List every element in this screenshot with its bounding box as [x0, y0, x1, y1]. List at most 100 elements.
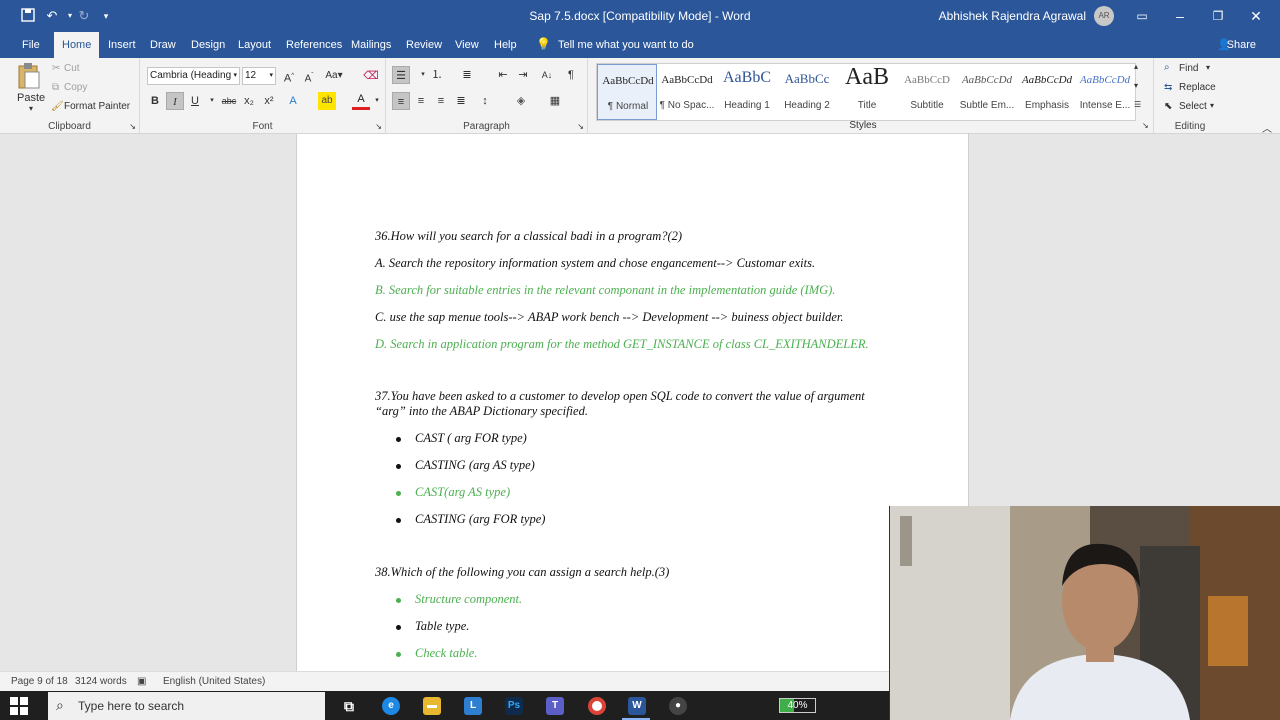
chevron-down-icon[interactable]: ▾ — [233, 68, 237, 84]
photoshop-icon[interactable]: Ps — [505, 697, 523, 715]
bold-button[interactable]: B — [146, 92, 164, 110]
replace-button[interactable]: Replace — [1179, 82, 1216, 93]
battery-indicator[interactable]: 40% — [779, 698, 816, 713]
q38-option-3[interactable]: Check table. — [415, 646, 477, 661]
obs-icon[interactable]: ● — [669, 697, 687, 715]
share-button[interactable]: Share — [1227, 32, 1256, 58]
borders-icon[interactable]: ▦ — [546, 92, 564, 110]
restore-icon[interactable]: ❐ — [1199, 0, 1237, 32]
sort-icon[interactable]: A↓ — [538, 66, 556, 84]
font-name-combo[interactable]: Cambria (Heading ▾ — [147, 67, 240, 85]
q38-option-2[interactable]: Table type. — [415, 619, 469, 634]
highlight-icon[interactable]: ab — [318, 92, 336, 110]
find-dropdown-icon[interactable]: ▾ — [1206, 63, 1210, 72]
style-title[interactable]: AaB Title — [837, 64, 897, 120]
style-no-spacing[interactable]: AaBbCcDd ¶ No Spac... — [657, 64, 717, 120]
collapse-ribbon-icon[interactable]: ︿ — [1262, 120, 1272, 135]
paste-icon[interactable] — [17, 62, 41, 90]
copy-button[interactable]: Copy — [64, 82, 87, 93]
q38-option-1[interactable]: Structure component. — [415, 592, 522, 607]
proofing-icon[interactable]: ▣ — [137, 676, 146, 687]
style-subtle-emphasis[interactable]: AaBbCcDd Subtle Em... — [957, 64, 1017, 120]
q36-option-b[interactable]: B. Search for suitable entries in the re… — [375, 283, 835, 298]
gallery-more-icon[interactable]: ☰ — [1134, 100, 1141, 109]
copy-icon[interactable]: ⧉ — [52, 82, 59, 93]
page-count[interactable]: Page 9 of 18 — [11, 676, 68, 687]
taskbar-search[interactable]: ⌕ Type here to search — [48, 692, 325, 720]
style-normal[interactable]: AaBbCcDd ¶ Normal — [597, 64, 657, 120]
question-37[interactable]: 37.You have been asked to a customer to … — [375, 389, 875, 419]
tab-design[interactable]: Design — [185, 32, 231, 58]
word-count[interactable]: 3124 words — [75, 676, 127, 687]
font-color-dropdown-icon[interactable]: ▾ — [368, 92, 386, 110]
find-button[interactable]: Find — [1179, 63, 1198, 74]
clear-formatting-icon[interactable]: ⌫ — [362, 67, 380, 85]
document-page[interactable]: 36.How will you search for a classical b… — [296, 134, 969, 674]
shading-icon[interactable]: ◈ — [512, 92, 530, 110]
clipboard-launcher-icon[interactable]: ↘ — [129, 122, 136, 131]
text-effects-icon[interactable]: A — [284, 92, 302, 110]
tell-me-search[interactable]: Tell me what you want to do — [558, 32, 694, 58]
style-emphasis[interactable]: AaBbCcDd Emphasis — [1017, 64, 1077, 120]
italic-button[interactable]: I — [166, 92, 184, 110]
justify-icon[interactable]: ≣ — [452, 92, 470, 110]
select-dropdown-icon[interactable]: ▾ — [1210, 101, 1214, 110]
align-left-icon[interactable]: ≡ — [392, 92, 410, 110]
paste-button[interactable]: Paste — [17, 92, 45, 104]
file-explorer-icon[interactable]: ▬ — [423, 697, 441, 715]
tab-home[interactable]: Home — [54, 32, 100, 58]
font-size-combo[interactable]: 12 ▾ — [242, 67, 276, 85]
tab-help[interactable]: Help — [488, 32, 523, 58]
q37-option-2[interactable]: CASTING (arg AS type) — [415, 458, 535, 473]
grow-font-icon[interactable]: A^ — [280, 67, 298, 85]
q36-option-c[interactable]: C. use the sap menue tools--> ABAP work … — [375, 310, 844, 325]
chevron-down-icon[interactable]: ▾ — [269, 68, 273, 84]
format-painter-button[interactable]: Format Painter — [64, 101, 130, 112]
numbering-icon[interactable]: ⒈ — [428, 66, 446, 84]
edge-icon[interactable]: e — [382, 697, 400, 715]
select-icon[interactable]: ⬉ — [1164, 101, 1172, 112]
teams-icon[interactable]: T — [546, 697, 564, 715]
cut-icon[interactable]: ✂ — [52, 63, 60, 74]
question-38[interactable]: 38.Which of the following you can assign… — [375, 565, 669, 580]
q37-option-1[interactable]: CAST ( arg FOR type) — [415, 431, 527, 446]
paste-dropdown-icon[interactable]: ▾ — [29, 104, 33, 113]
q36-option-d[interactable]: D. Search in application program for the… — [375, 337, 869, 352]
l-app-icon[interactable]: L — [464, 697, 482, 715]
replace-icon[interactable]: ⇆ — [1164, 82, 1172, 93]
styles-launcher-icon[interactable]: ↘ — [1142, 121, 1149, 130]
windows-start-icon[interactable] — [10, 697, 30, 715]
close-icon[interactable]: ✕ — [1237, 0, 1275, 32]
cut-button[interactable]: Cut — [64, 63, 80, 74]
tab-review[interactable]: Review — [400, 32, 448, 58]
word-icon[interactable]: W — [628, 697, 646, 715]
q37-option-3[interactable]: CAST(arg AS type) — [415, 485, 510, 500]
gallery-scroll-down-icon[interactable]: ▾ — [1134, 81, 1138, 90]
avatar[interactable]: AR — [1094, 6, 1114, 26]
minimize-icon[interactable]: – — [1161, 0, 1199, 32]
paragraph-launcher-icon[interactable]: ↘ — [577, 122, 584, 131]
gallery-scroll-up-icon[interactable]: ▴ — [1134, 62, 1138, 71]
question-36[interactable]: 36.How will you search for a classical b… — [375, 229, 682, 244]
format-painter-icon[interactable]: 🖌 — [51, 101, 64, 112]
tab-mailings[interactable]: Mailings — [345, 32, 397, 58]
show-formatting-icon[interactable]: ¶ — [562, 66, 580, 84]
multilevel-list-icon[interactable]: ≣ — [458, 66, 476, 84]
tab-layout[interactable]: Layout — [232, 32, 277, 58]
tab-view[interactable]: View — [449, 32, 485, 58]
q37-option-4[interactable]: CASTING (arg FOR type) — [415, 512, 545, 527]
language[interactable]: English (United States) — [163, 676, 265, 687]
find-icon[interactable]: ⌕ — [1164, 62, 1170, 73]
align-right-icon[interactable]: ≡ — [432, 92, 450, 110]
q36-option-a[interactable]: A. Search the repository information sys… — [375, 256, 815, 271]
bullets-icon[interactable]: ☰ — [392, 66, 410, 84]
shrink-font-icon[interactable]: Aˇ — [300, 67, 318, 85]
font-launcher-icon[interactable]: ↘ — [375, 122, 382, 131]
style-heading-1[interactable]: AaBbC Heading 1 — [717, 64, 777, 120]
style-subtitle[interactable]: AaBbCcD Subtitle — [897, 64, 957, 120]
style-intense-emphasis[interactable]: AaBbCcDd Intense E... — [1077, 64, 1133, 120]
tab-insert[interactable]: Insert — [102, 32, 142, 58]
underline-dropdown-icon[interactable]: ▾ — [203, 92, 221, 110]
ribbon-display-options-icon[interactable]: ▭ — [1123, 0, 1161, 32]
align-center-icon[interactable]: ≡ — [412, 92, 430, 110]
